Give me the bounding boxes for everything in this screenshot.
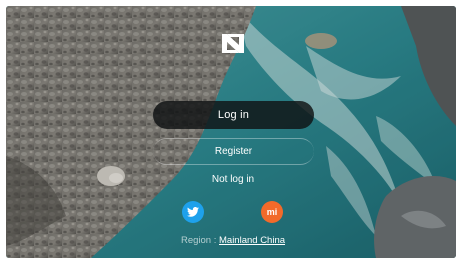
register-button-label: Register — [214, 146, 253, 157]
mi-login-button[interactable]: mi — [261, 201, 283, 223]
login-screen: Log in Register Not log in mi Region : M… — [6, 6, 456, 258]
register-button[interactable]: Register — [153, 138, 314, 165]
brand-logo-icon — [222, 34, 244, 53]
region-selector: Region : Mainland China — [126, 235, 340, 246]
login-button-label: Log in — [217, 109, 250, 121]
region-prefix: Region : — [180, 235, 219, 246]
region-link[interactable]: Mainland China — [219, 235, 285, 246]
twitter-bird-icon — [187, 207, 199, 217]
not-log-in-link[interactable]: Not log in — [183, 174, 283, 185]
mi-icon: mi — [266, 207, 278, 217]
login-button[interactable]: Log in — [153, 101, 314, 129]
twitter-login-button[interactable] — [182, 201, 204, 223]
